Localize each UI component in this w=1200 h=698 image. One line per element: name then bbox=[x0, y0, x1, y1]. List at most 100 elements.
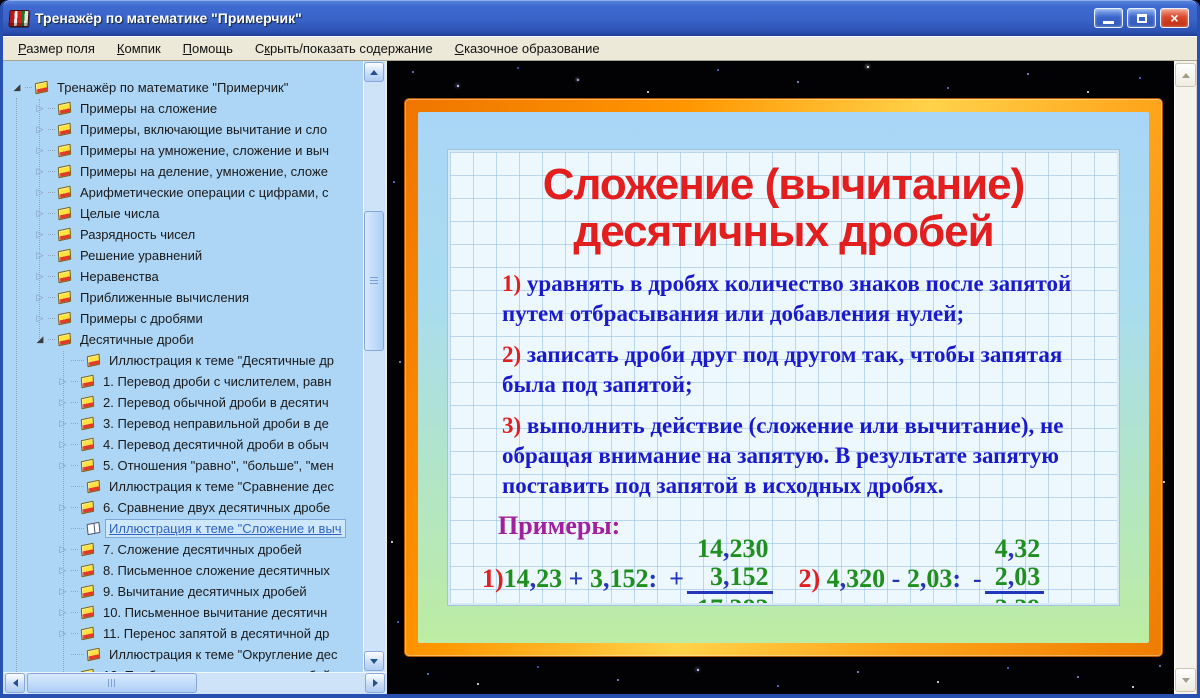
tree-item[interactable]: ▷ 3. Перевод неправильной дроби в де bbox=[3, 413, 365, 434]
tree-item-label[interactable]: 5. Отношения "равно", "больше", "мен bbox=[100, 457, 337, 474]
tree-connector bbox=[48, 171, 55, 172]
menu-item[interactable]: Скрыть/показать содержание bbox=[244, 38, 444, 59]
tree-item[interactable]: ▷ 12. Приближение десятичных дробей bbox=[3, 665, 365, 672]
tree-item-label[interactable]: Приближенные вычисления bbox=[77, 289, 252, 306]
tree-item-label[interactable]: 4. Перевод десятичной дроби в обыч bbox=[100, 436, 332, 453]
tree-item-label[interactable]: Арифметические операции с цифрами, с bbox=[77, 184, 332, 201]
tree-item-label[interactable]: Примеры на сложение bbox=[77, 100, 220, 117]
tree-connector bbox=[48, 108, 55, 109]
tree-item-label[interactable]: Целые числа bbox=[77, 205, 163, 222]
tree-item-label[interactable]: Примеры на умножение, сложение и выч bbox=[77, 142, 332, 159]
tree-item[interactable]: ▷ Арифметические операции с цифрами, с bbox=[3, 182, 365, 203]
tree-item-label[interactable]: Иллюстрация к теме "Округление дес bbox=[106, 646, 341, 663]
tree-item-label[interactable]: Разрядность чисел bbox=[77, 226, 198, 243]
tree-item[interactable]: ▷ 10. Письменное вычитание десятичн bbox=[3, 602, 365, 623]
tree-item[interactable]: ▷ Решение уравнений bbox=[3, 245, 365, 266]
maximize-button[interactable] bbox=[1127, 8, 1156, 28]
tree-item[interactable]: ▷ 11. Перенос запятой в десятичной др bbox=[3, 623, 365, 644]
tree-item[interactable]: ▷ 1. Перевод дроби с числителем, равн bbox=[3, 371, 365, 392]
tree-item-label[interactable]: 11. Перенос запятой в десятичной др bbox=[100, 625, 332, 642]
scroll-up-button[interactable] bbox=[364, 62, 384, 82]
main-vertical-scrollbar[interactable] bbox=[1174, 61, 1197, 694]
arrow-right-icon bbox=[372, 679, 382, 687]
tree-item[interactable]: Иллюстрация к теме "Десятичные др bbox=[3, 350, 365, 371]
book-icon bbox=[80, 395, 95, 410]
tree-item-label[interactable]: Примеры, включающие вычитание и сло bbox=[77, 121, 330, 138]
tree-item-label[interactable]: Решение уравнений bbox=[77, 247, 205, 264]
tree-item[interactable]: ▷ 9. Вычитание десятичных дробей bbox=[3, 581, 365, 602]
tree-connector bbox=[48, 129, 55, 130]
tree-item[interactable]: ▷ Примеры с дробями bbox=[3, 308, 365, 329]
scroll-up-button[interactable] bbox=[1175, 63, 1196, 87]
step-number: 2) bbox=[502, 342, 522, 368]
tree-item-label[interactable]: 7. Сложение десятичных дробей bbox=[100, 541, 305, 558]
book-icon bbox=[80, 626, 95, 641]
tree-item[interactable]: ▷ Разрядность чисел bbox=[3, 224, 365, 245]
tree-item-label[interactable]: 8. Письменное сложение десятичных bbox=[100, 562, 333, 579]
tree-item[interactable]: ▷ Приближенные вычисления bbox=[3, 287, 365, 308]
book-icon bbox=[80, 458, 95, 473]
tree-item[interactable]: ▷ 5. Отношения "равно", "больше", "мен bbox=[3, 455, 365, 476]
tree-connector bbox=[71, 423, 78, 424]
minimize-button[interactable] bbox=[1094, 8, 1123, 28]
tree-item[interactable]: ▷ Целые числа bbox=[3, 203, 365, 224]
tree-item-label[interactable]: 1. Перевод дроби с числителем, равн bbox=[100, 373, 334, 390]
tree-connector bbox=[25, 87, 32, 88]
tree-connector bbox=[48, 213, 55, 214]
close-button[interactable]: × bbox=[1160, 8, 1189, 28]
menu-item[interactable]: Помощь bbox=[172, 38, 244, 59]
tree-item[interactable]: ▷ Примеры на сложение bbox=[3, 98, 365, 119]
tree-item[interactable]: ▷ Примеры, включающие вычитание и сло bbox=[3, 119, 365, 140]
calc-operand-row: 3,152 bbox=[710, 561, 769, 591]
tree-item-label[interactable]: 9. Вычитание десятичных дробей bbox=[100, 583, 310, 600]
tree-item[interactable]: ◢ Тренажёр по математике "Примерчик" bbox=[3, 77, 365, 98]
tree-item[interactable]: Иллюстрация к теме "Сравнение дес bbox=[3, 476, 365, 497]
tree-item[interactable]: ◢ Десятичные дроби bbox=[3, 329, 365, 350]
instruction-step: 1) уравнять в дробях количество знаков п… bbox=[502, 269, 1093, 329]
tree-item[interactable]: ▷ Примеры на умножение, сложение и выч bbox=[3, 140, 365, 161]
tree-item-label[interactable]: Иллюстрация к теме "Десятичные др bbox=[106, 352, 337, 369]
calc-operands: 14,230 3,152 bbox=[687, 535, 773, 595]
menu-item[interactable]: Сказочное образование bbox=[444, 38, 611, 59]
tree-item-label[interactable]: Примеры с дробями bbox=[77, 310, 206, 327]
scrollbar-thumb[interactable] bbox=[364, 211, 384, 351]
tree-item-label[interactable]: Неравенства bbox=[77, 268, 162, 285]
scroll-down-button[interactable] bbox=[364, 651, 384, 671]
tree-item-label[interactable]: Тренажёр по математике "Примерчик" bbox=[54, 79, 291, 96]
tree-item[interactable]: ▷ Неравенства bbox=[3, 266, 365, 287]
lesson-slide: Сложение (вычитание) десятичных дробей 1… bbox=[405, 99, 1162, 656]
scroll-right-button[interactable] bbox=[365, 673, 385, 693]
scroll-left-button[interactable] bbox=[5, 673, 25, 693]
tree-item-label[interactable]: 10. Письменное вычитание десятичн bbox=[100, 604, 330, 621]
tree-item-label[interactable]: Иллюстрация к теме "Сравнение дес bbox=[106, 478, 337, 495]
tree-item-label[interactable]: Примеры на деление, умножение, сложе bbox=[77, 163, 331, 180]
tree-item[interactable]: Иллюстрация к теме "Сложение и выч bbox=[3, 518, 365, 539]
scroll-down-button[interactable] bbox=[1175, 668, 1196, 692]
menu-item[interactable]: Компик bbox=[106, 38, 172, 59]
tree-item[interactable]: ▷ Примеры на деление, умножение, сложе bbox=[3, 161, 365, 182]
app-window: Тренажёр по математике "Примерчик" × Раз… bbox=[0, 0, 1200, 698]
tree-item-label[interactable]: Иллюстрация к теме "Сложение и выч bbox=[105, 519, 346, 538]
tree-item[interactable]: ▷ 4. Перевод десятичной дроби в обыч bbox=[3, 434, 365, 455]
tree-item-label[interactable]: 3. Перевод неправильной дроби в де bbox=[100, 415, 332, 432]
tree-item-label[interactable]: 2. Перевод обычной дроби в десятич bbox=[100, 394, 332, 411]
tree-item-label[interactable]: 6. Сравнение двух десятичных дробе bbox=[100, 499, 333, 516]
tree-vertical-scrollbar[interactable] bbox=[363, 61, 385, 672]
tree-item[interactable]: ▷ 8. Письменное сложение десятичных bbox=[3, 560, 365, 581]
calc-operand-row: 2,03 bbox=[994, 561, 1041, 591]
book-icon bbox=[86, 647, 101, 662]
scrollbar-thumb[interactable] bbox=[27, 673, 197, 693]
menu-item[interactable]: Размер поля bbox=[7, 38, 106, 59]
tree-horizontal-scrollbar[interactable] bbox=[3, 672, 387, 694]
tree-item-label[interactable]: Десятичные дроби bbox=[77, 331, 197, 348]
example-expression: 1)14,23 + 3,152: bbox=[482, 564, 657, 594]
tree-item[interactable]: ▷ 2. Перевод обычной дроби в десятич bbox=[3, 392, 365, 413]
tree-item[interactable]: ▷ 7. Сложение десятичных дробей bbox=[3, 539, 365, 560]
book-icon bbox=[80, 605, 95, 620]
tree-item[interactable]: ▷ 6. Сравнение двух десятичных дробе bbox=[3, 497, 365, 518]
expand-arrow-icon[interactable]: ◢ bbox=[14, 82, 21, 93]
operator-sign: + bbox=[669, 564, 684, 594]
step-number: 1) bbox=[502, 271, 522, 297]
tree-connector bbox=[71, 486, 84, 487]
tree-item[interactable]: Иллюстрация к теме "Округление дес bbox=[3, 644, 365, 665]
